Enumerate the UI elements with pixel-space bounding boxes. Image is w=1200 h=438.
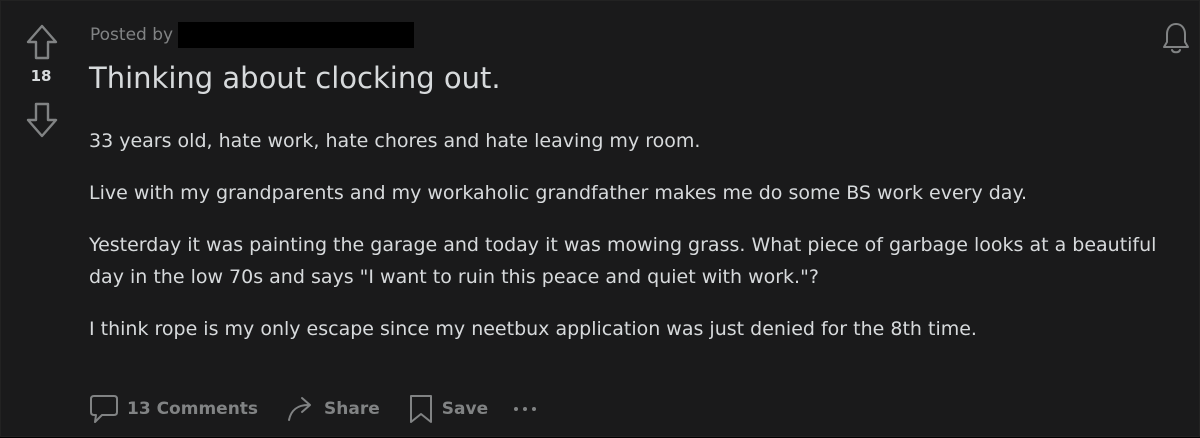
post-actions: 13 Comments Share Save bbox=[89, 387, 537, 431]
downvote-icon[interactable] bbox=[25, 101, 59, 139]
vote-score: 18 bbox=[30, 67, 52, 85]
save-label: Save bbox=[441, 399, 489, 419]
post-paragraph: Yesterday it was painting the garage and… bbox=[89, 234, 1157, 288]
more-dot bbox=[523, 407, 528, 411]
post-body: 33 years old, hate work, hate chores and… bbox=[89, 125, 1184, 365]
post-meta: Posted by bbox=[90, 22, 415, 48]
save-button[interactable]: Save bbox=[408, 393, 488, 425]
comments-button[interactable]: 13 Comments bbox=[89, 393, 258, 425]
post-card: 18 Posted by Thinking about clocking out… bbox=[0, 0, 1200, 437]
comments-label: 13 Comments bbox=[127, 399, 259, 419]
bell-icon[interactable] bbox=[1161, 21, 1191, 55]
more-dot bbox=[532, 407, 537, 411]
post-paragraph: 33 years old, hate work, hate chores and… bbox=[89, 130, 701, 152]
post-title[interactable]: Thinking about clocking out. bbox=[89, 61, 501, 95]
share-arrow-icon bbox=[286, 395, 316, 423]
bookmark-icon bbox=[408, 393, 434, 425]
more-dot bbox=[514, 407, 519, 411]
share-label: Share bbox=[324, 399, 380, 419]
share-button[interactable]: Share bbox=[286, 395, 380, 423]
post-paragraph: Live with my grandparents and my workaho… bbox=[89, 182, 1028, 204]
redacted-username bbox=[178, 22, 415, 48]
vote-rail: 18 bbox=[1, 1, 81, 438]
post-paragraph: I think rope is my only escape since my … bbox=[89, 318, 977, 340]
comment-bubble-icon bbox=[89, 393, 119, 425]
posted-by-label: Posted by bbox=[90, 25, 174, 45]
more-dots-icon[interactable] bbox=[514, 407, 537, 411]
upvote-icon[interactable] bbox=[25, 23, 59, 61]
